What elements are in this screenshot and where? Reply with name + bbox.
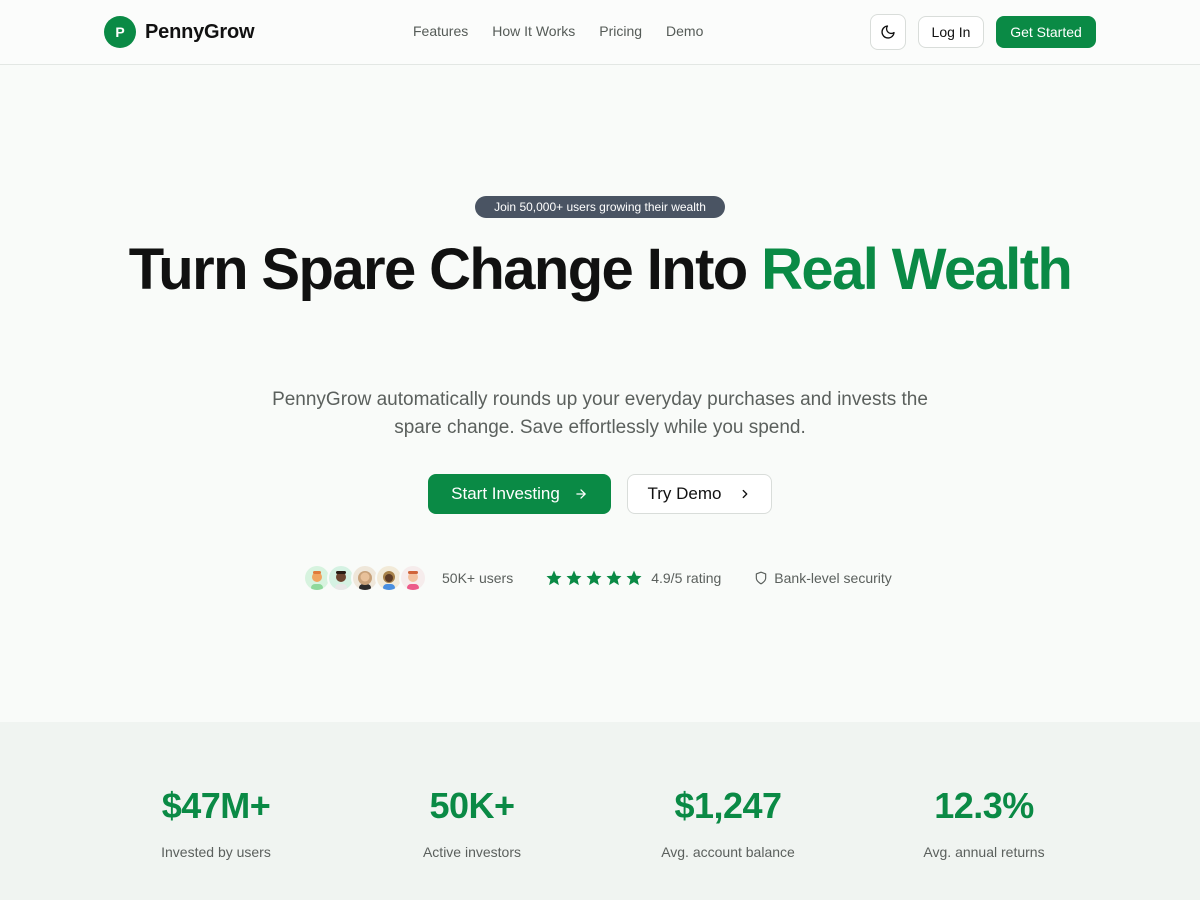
stat-label: Invested by users bbox=[161, 844, 271, 860]
stat-active-investors: 50K+ Active investors bbox=[344, 785, 600, 861]
top-navbar: P PennyGrow Features How It Works Pricin… bbox=[0, 0, 1200, 65]
start-investing-button[interactable]: Start Investing bbox=[428, 474, 611, 514]
arrow-right-icon bbox=[576, 489, 586, 499]
rating-stars bbox=[545, 569, 643, 587]
stat-label: Avg. account balance bbox=[661, 844, 795, 860]
brand-logo-link[interactable]: P PennyGrow bbox=[104, 16, 255, 48]
main-nav: Features How It Works Pricing Demo bbox=[413, 23, 703, 39]
chevron-right-icon bbox=[742, 489, 747, 499]
login-button[interactable]: Log In bbox=[918, 16, 984, 48]
stat-value: $47M+ bbox=[161, 785, 271, 826]
brand-logo-icon: P bbox=[104, 16, 136, 48]
security-text: Bank-level security bbox=[774, 570, 892, 586]
stat-label: Avg. annual returns bbox=[923, 844, 1045, 860]
stat-value: 12.3% bbox=[934, 785, 1034, 826]
users-count-text: 50K+ users bbox=[442, 570, 514, 586]
nav-link-how-it-works[interactable]: How It Works bbox=[492, 23, 575, 39]
user-avatars bbox=[303, 564, 427, 592]
stats-section: $47M+ Invested by users 50K+ Active inve… bbox=[0, 722, 1200, 900]
stat-annual-returns: 12.3% Avg. annual returns bbox=[856, 785, 1112, 861]
stat-avg-balance: $1,247 Avg. account balance bbox=[600, 785, 856, 861]
hero-title-main: Turn Spare Change Into bbox=[128, 237, 762, 302]
stat-value: 50K+ bbox=[429, 785, 515, 826]
brand-name: PennyGrow bbox=[145, 20, 255, 43]
hero-title-accent: Real Wealth bbox=[761, 237, 1073, 302]
hero-title: Turn Spare Change Into Real Wealth bbox=[0, 240, 1200, 300]
social-proof-row: 50K+ users 4.9/5 rating Bank-level secur… bbox=[303, 564, 892, 592]
avatar bbox=[399, 564, 427, 592]
star-icon bbox=[626, 570, 642, 586]
try-demo-button[interactable]: Try Demo bbox=[627, 474, 772, 514]
star-icon bbox=[586, 570, 602, 586]
stat-invested: $47M+ Invested by users bbox=[88, 785, 344, 861]
stat-label: Active investors bbox=[422, 844, 522, 860]
get-started-button[interactable]: Get Started bbox=[996, 16, 1096, 48]
start-investing-label: Start Investing bbox=[451, 484, 560, 503]
stat-value: $1,247 bbox=[674, 785, 782, 826]
moon-icon bbox=[881, 25, 895, 39]
nav-link-demo[interactable]: Demo bbox=[666, 23, 703, 39]
rating-text: 4.9/5 rating bbox=[651, 570, 722, 586]
star-icon bbox=[566, 570, 582, 586]
try-demo-label: Try Demo bbox=[647, 484, 722, 503]
star-icon bbox=[606, 570, 622, 586]
hero-subtitle: PennyGrow automatically rounds up your e… bbox=[272, 389, 928, 438]
nav-link-pricing[interactable]: Pricing bbox=[599, 23, 642, 39]
shield-icon bbox=[756, 571, 767, 585]
star-icon bbox=[546, 570, 562, 586]
nav-link-features[interactable]: Features bbox=[413, 23, 468, 39]
users-badge: Join 50,000+ users growing their wealth bbox=[475, 196, 725, 218]
security-indicator: Bank-level security bbox=[754, 570, 892, 586]
theme-toggle-button[interactable] bbox=[870, 14, 906, 50]
